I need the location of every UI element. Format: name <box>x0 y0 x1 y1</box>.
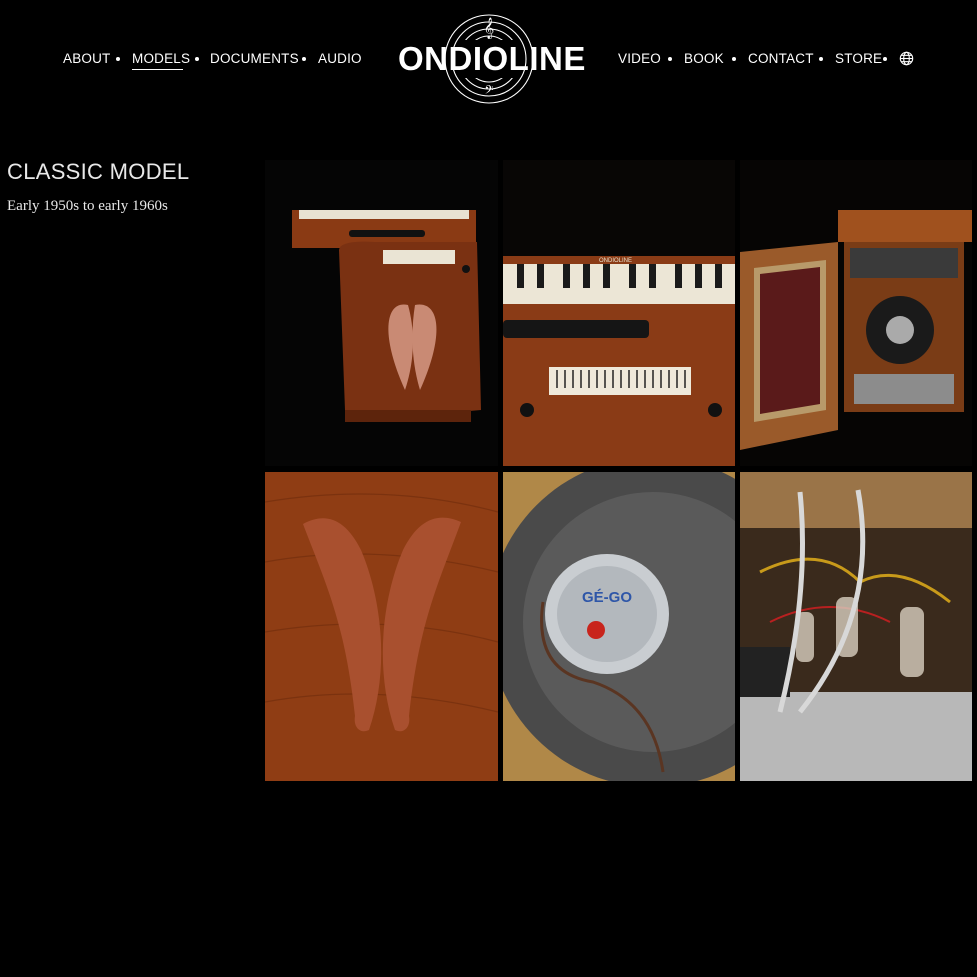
nav-book[interactable]: BOOK <box>684 51 724 67</box>
page-subtitle: Early 1950s to early 1960s <box>7 198 168 214</box>
photo-keyboard-detail[interactable]: ONDIOLINE <box>503 160 735 466</box>
photo-tulip-cutout[interactable] <box>265 472 498 781</box>
globe-icon[interactable] <box>899 51 914 66</box>
nav-separator <box>668 57 672 61</box>
nav-video[interactable]: VIDEO <box>618 51 661 67</box>
ondioline-logo[interactable]: 𝄞 𝄢 ONDIOLINE <box>398 12 586 106</box>
logo-wordmark: ONDIOLINE <box>398 40 586 77</box>
nav-active-underline <box>132 69 183 70</box>
nav-separator <box>195 57 199 61</box>
treble-clef-icon: 𝄞 <box>484 18 495 39</box>
nav-separator <box>116 57 120 61</box>
bass-clef-icon: 𝄢 <box>484 84 493 100</box>
nav-separator <box>883 57 887 61</box>
nav-contact[interactable]: CONTACT <box>748 51 814 67</box>
nav-separator <box>819 57 823 61</box>
nav-audio[interactable]: AUDIO <box>318 51 362 67</box>
nav-store[interactable]: STORE <box>835 51 882 67</box>
speaker-badge-label: GÉ-GO <box>582 589 632 606</box>
nav-documents[interactable]: DOCUMENTS <box>210 51 299 67</box>
nav-separator <box>302 57 306 61</box>
photo-open-cabinet[interactable] <box>740 160 972 466</box>
photo-chassis-tubes[interactable] <box>740 472 972 781</box>
photo-speaker-badge[interactable]: GÉ-GO <box>503 472 735 781</box>
nav-separator <box>732 57 736 61</box>
nav-models[interactable]: MODELS <box>132 51 190 67</box>
top-navigation: ABOUT MODELS DOCUMENTS AUDIO 𝄞 𝄢 ONDIOLI… <box>0 0 977 120</box>
nav-about[interactable]: ABOUT <box>63 51 111 67</box>
photo-instrument-front[interactable] <box>265 160 498 466</box>
keyboard-brand-label: ONDIOLINE <box>599 258 632 264</box>
page-title: CLASSIC MODEL <box>7 159 190 184</box>
